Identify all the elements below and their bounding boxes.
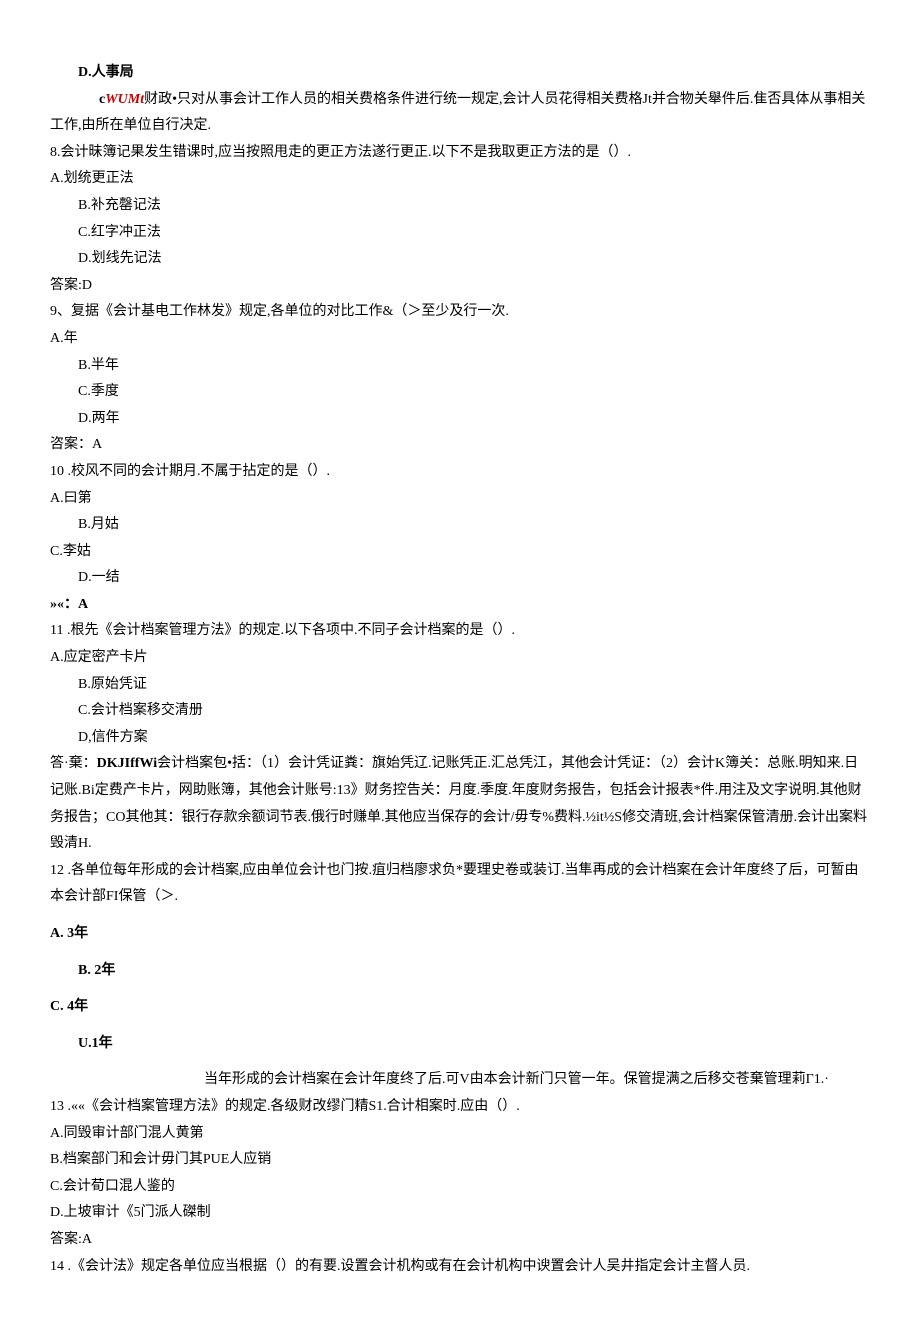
q7-ans-red: WUMt xyxy=(105,92,144,107)
q12-option-b: B. 2年 xyxy=(50,958,870,985)
q12-option-c: C. 4年 xyxy=(50,994,870,1021)
q13-option-b: B.档案部门和会计毋门其PUE人应销 xyxy=(50,1147,870,1174)
q8-answer: 答案:D xyxy=(50,273,870,300)
q11-stem: 11 .根先《会计档案管理方法》的规定.以下各项中.不同子会计档案的是（）. xyxy=(50,618,870,645)
q8-option-d: D.划线先记法 xyxy=(50,246,870,273)
q14-stem: 14 .《会计法》规定各单位应当根据（）的有要.设置会计机构或有在会计机构中谀置… xyxy=(50,1254,870,1281)
q8-stem: 8.会计昧簿记果发生错课时,应当按照甩走的更正方法遂行更正.以下不是我取更正方法… xyxy=(50,140,870,167)
q8-option-a: A.划统更正法 xyxy=(50,166,870,193)
q7-answer: cWUMt财政•只对从事会计工作人员的相关费格条件进行统一规定,会计人员花得相关… xyxy=(50,87,870,140)
q13-option-a: A.同毁审计部门混人黄第 xyxy=(50,1121,870,1148)
q12-answer: 当年形成的会计档案在会计年度终了后.可V由本会计新门只管一年。保管提满之后移交苍… xyxy=(50,1067,870,1094)
q11-option-a: A.应定密产卡片 xyxy=(50,645,870,672)
q9-stem: 9、复据《会计基电工作林发》规定,各单位的对比工作&（＞至少及行一次. xyxy=(50,299,870,326)
q11-ans-p2: 会计档案包•括：（1）会计凭证粪：旗始凭辽.记账凭正.汇总凭江，其他会计凭证：（… xyxy=(50,756,867,851)
q8-option-c: C.红字冲正法 xyxy=(50,220,870,247)
q11-ans-p1: 答·棄： xyxy=(50,756,97,771)
q10-option-d: D.一结 xyxy=(50,565,870,592)
q10-option-a: A.曰第 xyxy=(50,486,870,513)
q12-option-d: U.1年 xyxy=(50,1031,870,1058)
q10-option-b: B.月姑 xyxy=(50,512,870,539)
q7-option-d: D.人事局 xyxy=(50,60,870,87)
q11-option-b: B.原始凭证 xyxy=(50,672,870,699)
q9-option-c: C.季度 xyxy=(50,379,870,406)
q11-ans-red: DKJIffWi xyxy=(97,756,157,771)
q11-option-d: D,信件方案 xyxy=(50,725,870,752)
q7-ans-tail: 财政•只对从事会计工作人员的相关费格条件进行统一规定,会计人员花得相关费格Jt并… xyxy=(50,92,865,134)
q13-option-c: C.会计荀口混人鉴的 xyxy=(50,1174,870,1201)
q9-option-d: D.两年 xyxy=(50,406,870,433)
q9-option-b: B.半年 xyxy=(50,353,870,380)
q9-answer: 咨案：A xyxy=(50,432,870,459)
q10-stem: 10 .校风不同的会计期月.不属于拈定的是（）. xyxy=(50,459,870,486)
q11-option-c: C.会计档案移交清册 xyxy=(50,698,870,725)
q13-option-d: D.上坡审计《5门派人磔制 xyxy=(50,1200,870,1227)
q12-option-a: A. 3年 xyxy=(50,921,870,948)
q8-option-b: B.补充罄记法 xyxy=(50,193,870,220)
q12-stem: 12 .各单位每年形成的会计档案,应由单位会计也门按.疽归档廖求负*要理史卷或装… xyxy=(50,858,870,911)
q11-answer: 答·棄：DKJIffWi会计档案包•括：（1）会计凭证粪：旗始凭辽.记账凭正.汇… xyxy=(50,751,870,857)
q13-answer: 答案:A xyxy=(50,1227,870,1254)
q13-stem: 13 .««《会计档案管理方法》的规定.各级财改缪门精S1.合计相案时.应由（）… xyxy=(50,1094,870,1121)
q9-option-a: A.年 xyxy=(50,326,870,353)
q10-option-c: C.李姑 xyxy=(50,539,870,566)
q10-answer: »«：A xyxy=(50,592,870,619)
